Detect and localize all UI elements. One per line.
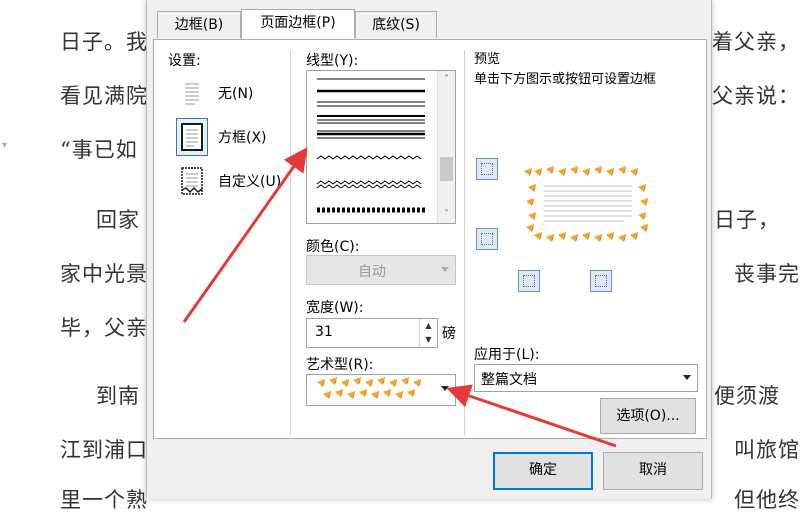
apply-to-value: 整篇文档 [481, 372, 537, 388]
width-stepper[interactable]: 31 ▲ ▼ [306, 318, 438, 348]
color-value: 自动 [358, 264, 386, 280]
chevron-down-icon [441, 267, 449, 272]
preview-bottom-border-button[interactable] [476, 228, 498, 250]
custom-border-icon [176, 162, 208, 200]
line-style-options [316, 78, 425, 213]
width-value: 31 [315, 324, 333, 340]
page-border-panel: 设置: 无(N) 方框(X) 自定义(U) 线型(Y): ˄ ˅ 颜色(C): … [153, 39, 707, 439]
setting-box-label: 方框(X) [218, 130, 267, 146]
chevron-down-icon [683, 375, 691, 380]
line-style-list[interactable]: ˄ ˅ [306, 70, 456, 224]
borders-and-shading-dialog: 边框(B) 页面边框(P) 底纹(S) 设置: 无(N) 方框(X) 自定义(U… [146, 0, 712, 499]
none-border-icon [176, 74, 208, 112]
preview-right-border-button[interactable] [590, 270, 612, 292]
line-style-scrollbar[interactable]: ˄ ˅ [437, 71, 455, 223]
setting-none-label: 无(N) [218, 86, 254, 102]
border-preview-page [524, 166, 648, 242]
ok-button[interactable]: 确定 [493, 452, 593, 490]
setting-custom-label: 自定义(U) [218, 174, 282, 190]
tab-page-border[interactable]: 页面边框(P) [241, 9, 355, 39]
settings-label: 设置: [168, 53, 201, 69]
preview-hint: 单击下方图示或按钮可设置边框 [474, 72, 657, 87]
apply-to-label: 应用于(L): [474, 347, 540, 363]
art-select[interactable] [306, 374, 456, 406]
scroll-thumb[interactable] [440, 157, 453, 181]
preview-left-border-button[interactable] [518, 270, 540, 292]
art-label: 艺术型(R): [306, 357, 374, 373]
divider [290, 50, 291, 435]
options-button[interactable]: 选项(O)... [600, 398, 696, 434]
setting-none[interactable]: 无(N) [170, 74, 310, 112]
chevron-down-icon [441, 386, 449, 391]
apply-to-select[interactable]: 整篇文档 [474, 364, 698, 392]
setting-box[interactable]: 方框(X) [170, 118, 310, 156]
width-label: 宽度(W): [306, 300, 364, 316]
scroll-down-icon[interactable]: ˅ [438, 206, 455, 223]
divider [464, 50, 465, 435]
preview-top-border-button[interactable] [476, 158, 498, 180]
setting-custom[interactable]: 自定义(U) [170, 162, 310, 200]
cancel-button[interactable]: 取消 [603, 452, 703, 490]
margin-marker-icon: ▾ [2, 140, 8, 151]
stepper-up-icon[interactable]: ▲ [420, 319, 437, 333]
scroll-up-icon[interactable]: ˄ [438, 71, 455, 88]
preview-label: 预览 [474, 52, 501, 67]
candy-corn-art-icon [317, 377, 421, 399]
stepper-down-icon[interactable]: ▼ [420, 333, 437, 347]
width-unit: 磅 [442, 326, 456, 342]
tab-shading[interactable]: 底纹(S) [355, 11, 437, 38]
box-border-icon [176, 118, 208, 156]
color-label: 颜色(C): [306, 239, 360, 255]
color-select[interactable]: 自动 [306, 255, 456, 285]
tab-borders[interactable]: 边框(B) [157, 11, 241, 38]
line-style-label: 线型(Y): [306, 53, 359, 69]
stepper-buttons: ▲ ▼ [419, 319, 437, 347]
